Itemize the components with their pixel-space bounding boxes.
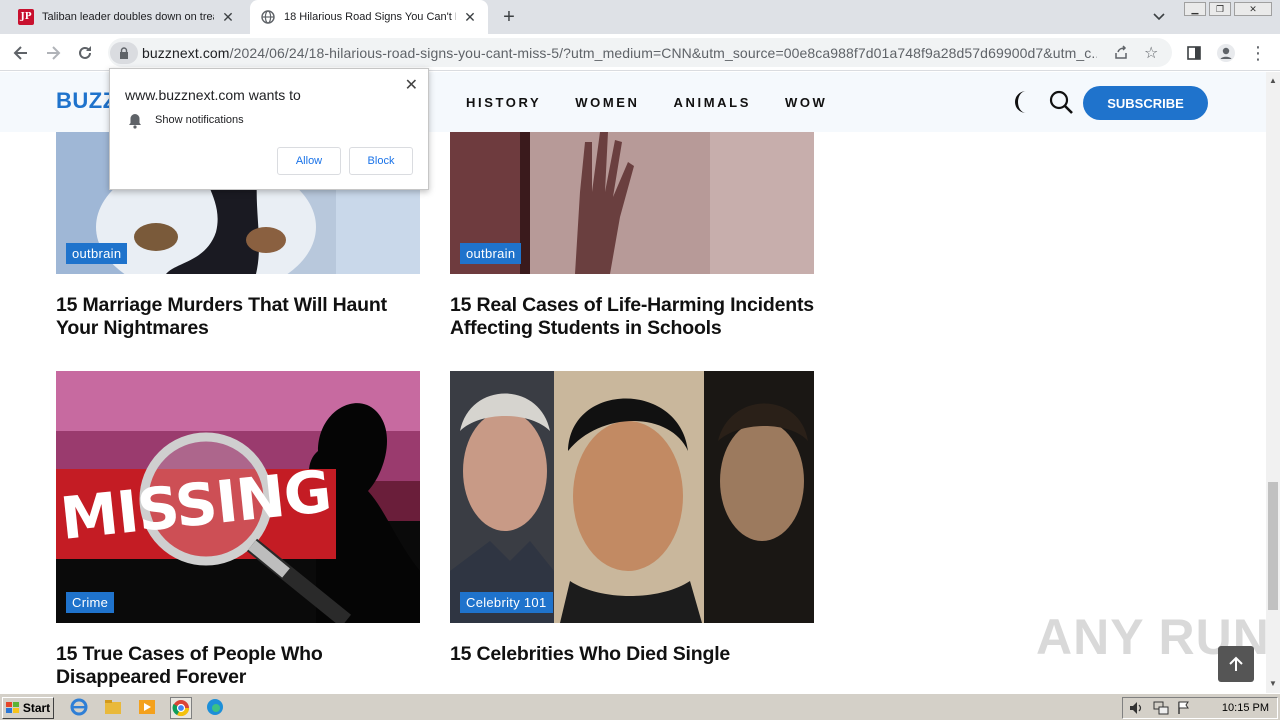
main-nav: N HISTORY WOMEN ANIMALS WOW <box>420 95 861 110</box>
close-window-button[interactable]: ✕ <box>1234 2 1272 16</box>
lock-icon[interactable] <box>110 41 138 64</box>
category-badge[interactable]: outbrain <box>460 243 522 264</box>
system-tray: 10:15 PM <box>1122 697 1278 719</box>
article-thumbnail[interactable]: Celebrity 101 <box>450 371 814 623</box>
share-icon[interactable] <box>1113 44 1129 65</box>
tab-taliban-article[interactable]: JP Taliban leader doubles down on treat … <box>8 0 246 34</box>
article-thumbnail[interactable]: outbrain <box>450 132 814 274</box>
browser-menu-icon[interactable]: ⋮ <box>1245 40 1271 66</box>
file-explorer-icon[interactable] <box>104 698 124 718</box>
nav-item-wow[interactable]: WOW <box>785 95 827 110</box>
close-tab-icon[interactable]: ✕ <box>462 9 478 25</box>
allow-button[interactable]: Allow <box>277 147 341 175</box>
jp-favicon-icon: JP <box>18 9 34 25</box>
dark-mode-toggle-icon[interactable] <box>1015 90 1037 119</box>
address-bar[interactable]: buzznext.com/2024/06/24/18-hilarious-roa… <box>108 38 1172 67</box>
nav-item-history[interactable]: HISTORY <box>466 95 541 110</box>
popup-message: www.buzznext.com wants to <box>125 87 301 103</box>
restore-window-button[interactable]: ❐ <box>1209 2 1231 16</box>
article-headline[interactable]: 15 True Cases of People Who Disappeared … <box>56 643 420 689</box>
subscribe-button[interactable]: SUBSCRIBE <box>1083 86 1208 120</box>
page-scrollbar[interactable]: ▲ ▼ <box>1266 72 1280 693</box>
minimize-window-button[interactable]: ▁ <box>1184 2 1206 16</box>
start-button[interactable]: Start <box>2 697 54 719</box>
network-icon[interactable] <box>1153 701 1169 720</box>
article-card[interactable]: Celebrity 101 15 Celebrities Who Died Si… <box>450 371 814 666</box>
arrow-up-icon <box>1229 656 1243 671</box>
taskbar-clock[interactable]: 10:15 PM <box>1222 702 1269 714</box>
url-text[interactable]: buzznext.com/2024/06/24/18-hilarious-roa… <box>142 45 1097 61</box>
nav-item-animals[interactable]: ANIMALS <box>674 95 751 110</box>
new-tab-button[interactable]: + <box>498 6 520 28</box>
close-icon[interactable]: ✕ <box>405 75 418 95</box>
category-badge[interactable]: Crime <box>66 592 115 613</box>
side-panel-icon[interactable] <box>1181 40 1207 66</box>
article-headline[interactable]: 15 Real Cases of Life-Harming Incidents … <box>450 294 814 340</box>
tab-title: 18 Hilarious Road Signs You Can't Mi <box>284 11 456 23</box>
flag-icon[interactable] <box>1177 701 1191 720</box>
block-button[interactable]: Block <box>349 147 413 175</box>
globe-icon <box>260 9 276 25</box>
chrome-icon[interactable] <box>170 697 192 719</box>
edge-icon[interactable] <box>206 698 226 718</box>
forward-arrow-icon[interactable] <box>40 40 66 66</box>
bookmark-star-icon[interactable]: ☆ <box>1144 43 1158 63</box>
article-card[interactable]: MISSING Crime 15 True Cases of People Wh… <box>56 371 420 689</box>
reload-icon[interactable] <box>72 40 98 66</box>
volume-icon[interactable] <box>1129 701 1145 720</box>
tab-title: Taliban leader doubles down on treat <box>42 11 214 23</box>
scroll-down-arrow-icon[interactable]: ▼ <box>1269 679 1277 688</box>
article-thumbnail[interactable]: MISSING Crime <box>56 371 420 623</box>
scroll-up-arrow-icon[interactable]: ▲ <box>1269 76 1277 85</box>
article-headline[interactable]: 15 Marriage Murders That Will Haunt Your… <box>56 294 420 340</box>
tab-search-chevron-down-icon[interactable] <box>1152 9 1170 25</box>
bell-icon <box>128 113 142 134</box>
nav-item-women[interactable]: WOMEN <box>575 95 639 110</box>
back-to-top-button[interactable] <box>1218 646 1254 682</box>
site-logo[interactable]: BUZZ <box>56 88 117 114</box>
search-icon[interactable] <box>1048 89 1074 120</box>
browser-toolbar: buzznext.com/2024/06/24/18-hilarious-roa… <box>0 34 1280 71</box>
article-card[interactable]: outbrain 15 Real Cases of Life-Harming I… <box>450 132 814 340</box>
permission-label: Show notifications <box>155 114 244 126</box>
article-headline[interactable]: 15 Celebrities Who Died Single <box>450 643 814 666</box>
windows-logo-icon <box>5 702 19 713</box>
tab-road-signs[interactable]: 18 Hilarious Road Signs You Can't Mi ✕ <box>250 0 488 34</box>
close-tab-icon[interactable]: ✕ <box>220 9 236 25</box>
scrollbar-thumb[interactable] <box>1268 482 1278 610</box>
profile-avatar-icon[interactable] <box>1213 40 1239 66</box>
category-badge[interactable]: outbrain <box>66 243 128 264</box>
tab-strip: JP Taliban leader doubles down on treat … <box>0 0 1280 34</box>
windows-taskbar: Start 10:15 PM <box>0 693 1280 720</box>
back-arrow-icon[interactable] <box>8 40 34 66</box>
internet-explorer-icon[interactable] <box>70 698 90 718</box>
category-badge[interactable]: Celebrity 101 <box>460 592 553 613</box>
notification-permission-popup: www.buzznext.com wants to ✕ Show notific… <box>109 68 429 190</box>
media-player-icon[interactable] <box>138 698 158 718</box>
